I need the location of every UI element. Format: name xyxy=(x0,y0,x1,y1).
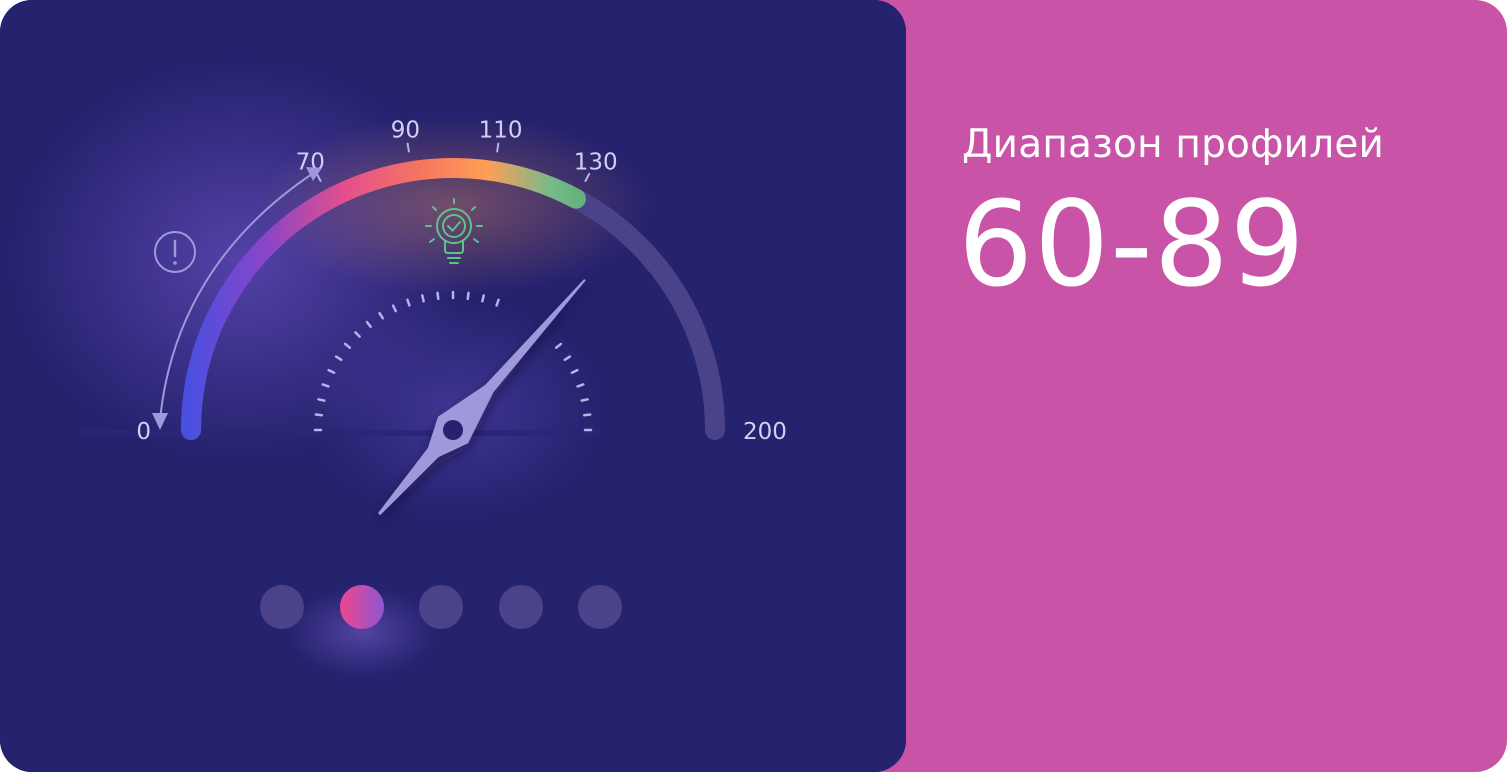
inner-tick xyxy=(582,413,592,417)
scale-label: 130 xyxy=(574,150,618,176)
scale-label: 90 xyxy=(391,118,420,144)
scale-label: 200 xyxy=(743,419,787,445)
inner-tick xyxy=(481,294,485,303)
profile-range-card: 0 70 90 110 130 200 Диапазон профилей 60… xyxy=(0,0,1507,772)
pagination-dots xyxy=(258,585,628,631)
inner-tick xyxy=(580,398,589,402)
pagination-dot[interactable] xyxy=(260,585,304,629)
gauge-graphic: 07090 110130200 xyxy=(0,0,906,772)
inner-tick xyxy=(421,294,425,303)
pagination-dot[interactable] xyxy=(578,585,622,629)
inner-tick xyxy=(466,291,470,301)
gauge-baseline xyxy=(80,430,600,436)
inner-tick xyxy=(317,398,326,402)
scale-tick xyxy=(406,142,410,153)
pagination-dot[interactable] xyxy=(419,585,463,629)
scale-label: 110 xyxy=(479,118,523,144)
pagination-dot-active[interactable] xyxy=(339,585,384,629)
scale-tick xyxy=(496,142,500,153)
range-title: Диапазон профилей xyxy=(962,122,1385,167)
inner-tick xyxy=(436,291,440,301)
range-value: 60-89 xyxy=(958,175,1306,313)
pagination-dot[interactable] xyxy=(498,585,543,629)
scale-label: 0 xyxy=(136,419,151,445)
inner-tick xyxy=(314,413,324,417)
gauge-panel: 0 70 90 110 130 200 xyxy=(0,0,906,772)
info-panel xyxy=(860,0,1507,772)
